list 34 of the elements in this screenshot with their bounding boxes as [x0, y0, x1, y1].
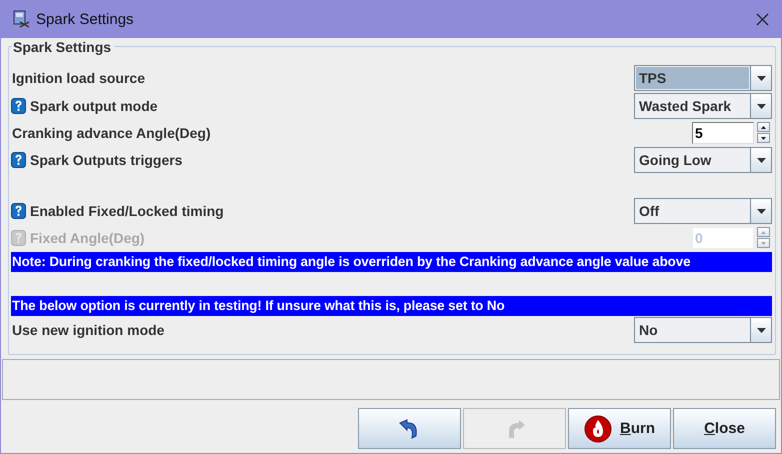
field-label: Spark output mode — [29, 98, 158, 114]
dropdown[interactable]: Wasted Spark — [634, 93, 772, 119]
dropdown[interactable]: No — [634, 317, 772, 343]
caret-icon — [756, 328, 766, 332]
field-label: Ignition load source — [11, 70, 146, 86]
note-banner: The below option is currently in testing! If unsure what this is, please set to No — [11, 296, 772, 316]
up-arrow-icon — [761, 126, 766, 128]
caret-icon — [756, 158, 766, 162]
dropdown[interactable]: Going Low — [634, 147, 772, 173]
spin-down-button[interactable] — [757, 133, 770, 143]
field-label: Cranking advance Angle(Deg) — [11, 125, 211, 141]
down-arrow-icon — [761, 242, 766, 244]
dropdown[interactable]: Off — [634, 198, 772, 224]
window-title: Spark Settings — [36, 10, 135, 28]
app-icon — [12, 10, 30, 28]
caret-icon — [756, 208, 766, 214]
dropdown[interactable]: TPS — [634, 65, 772, 91]
number-field[interactable]: 5 — [692, 122, 754, 144]
field-label: Fixed Angle(Deg) — [29, 230, 145, 246]
down-arrow-icon — [761, 136, 766, 140]
up-arrow-icon — [761, 230, 766, 234]
field-label: Enabled Fixed/Locked timing — [29, 203, 224, 219]
caret-icon — [756, 76, 766, 80]
note-banner: Note: During cranking the fixed/locked timing angle is overriden by the Cranking advance angle value above — [11, 252, 772, 272]
undo-button[interactable] — [358, 408, 461, 449]
group-title: Spark Settings — [12, 39, 114, 55]
burn-button[interactable]: Burn — [568, 408, 671, 449]
flame-icon — [584, 414, 612, 442]
close-icon[interactable] — [756, 12, 769, 26]
close-button[interactable]: Close — [673, 408, 776, 449]
caret-icon — [756, 104, 766, 108]
spin-up-button[interactable] — [757, 122, 770, 132]
field-label: Use new ignition mode — [11, 322, 164, 338]
field-label: Spark Outputs triggers — [29, 152, 182, 168]
